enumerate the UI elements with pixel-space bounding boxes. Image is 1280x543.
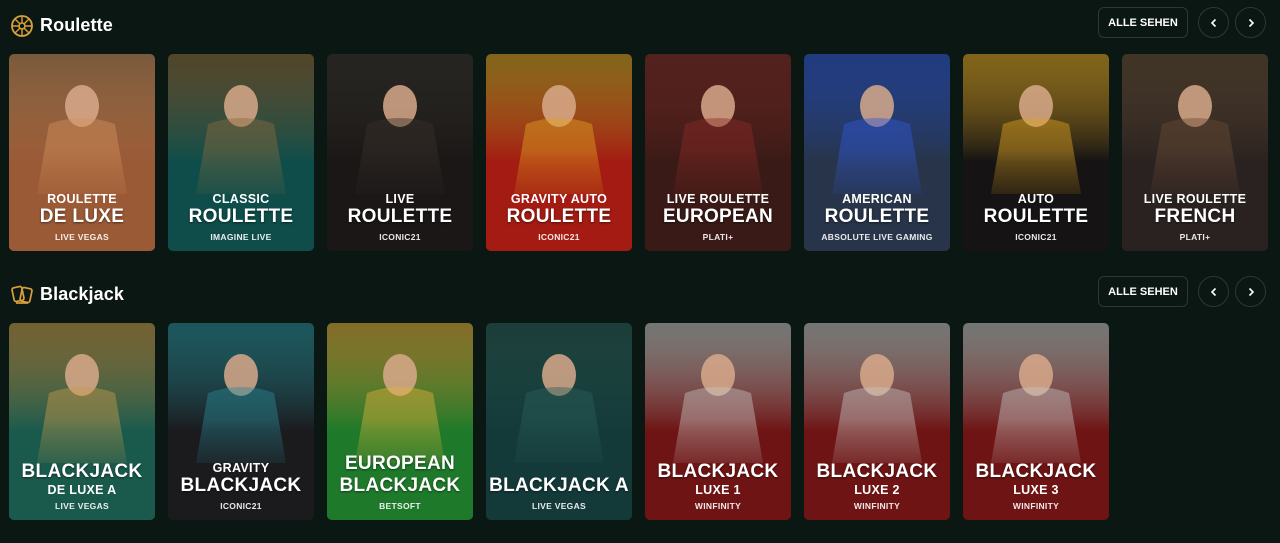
game-title-main: EUROPEAN [344, 453, 456, 474]
game-title: GRAVITY BLACKJACK ICONIC21 [168, 461, 314, 512]
section-title: Roulette [40, 15, 113, 35]
game-title: ROULETTE DE LUXE LIVE VEGAS [9, 192, 155, 243]
game-title-main: DE LUXE [39, 206, 125, 227]
game-title-sub: LIVE ROULETTE [1143, 192, 1247, 206]
game-title: BLACKJACK LUXE 3 WINFINITY [963, 461, 1109, 512]
carousel-next-button[interactable] [1235, 7, 1266, 38]
game-title: BLACKJACK LUXE 1 WINFINITY [645, 461, 791, 512]
see-all-button[interactable]: ALLE SEHEN [1098, 276, 1188, 307]
game-provider: LIVE VEGAS [54, 232, 109, 242]
chevron-right-icon [1248, 18, 1254, 27]
game-card[interactable]: BLACKJACK LUXE 1 WINFINITY [645, 323, 791, 520]
game-title-sub: LUXE 1 [695, 483, 741, 497]
game-title: BLACKJACK LUXE 2 WINFINITY [804, 461, 950, 512]
game-title-main: BLACKJACK [657, 461, 779, 482]
section-title: Blackjack [40, 284, 124, 304]
game-provider: LIVE VEGAS [54, 501, 109, 511]
carousel-prev-button[interactable] [1198, 7, 1229, 38]
game-card[interactable]: BLACKJACK LUXE 3 WINFINITY [963, 323, 1109, 520]
game-title-sub: CLASSIC [212, 192, 270, 206]
game-title-main: BLACKJACK [975, 461, 1097, 482]
see-all-button[interactable]: ALLE SEHEN [1098, 7, 1188, 38]
game-title-main: ROULETTE [824, 206, 930, 227]
game-title-main: BLACKJACK [21, 461, 143, 482]
game-title: BLACKJACK DE LUXE A LIVE VEGAS [9, 461, 155, 512]
game-card[interactable]: BLACKJACK DE LUXE A LIVE VEGAS [9, 323, 155, 520]
game-card[interactable]: LIVE ROULETTE FRENCH PLATI+ [1122, 54, 1268, 251]
game-title: BLACKJACK A LIVE VEGAS [486, 475, 632, 512]
game-provider: PLATI+ [702, 232, 734, 242]
game-title-sub: AUTO [1017, 192, 1055, 206]
game-provider: WINFINITY [853, 501, 901, 511]
game-title: EUROPEAN BLACKJACK BETSOFT [327, 453, 473, 512]
game-title: AUTO ROULETTE ICONIC21 [963, 192, 1109, 243]
game-title-main: BLACKJACK A [489, 475, 629, 496]
game-card[interactable]: GRAVITY BLACKJACK ICONIC21 [168, 323, 314, 520]
game-provider: LIVE VEGAS [531, 501, 586, 511]
game-card[interactable]: BLACKJACK LUXE 2 WINFINITY [804, 323, 950, 520]
game-title-sub: GRAVITY [212, 461, 270, 475]
game-title-sub: ROULETTE [47, 192, 117, 206]
game-provider: ABSOLUTE LIVE GAMING [821, 232, 933, 242]
game-title-sub: LUXE 2 [854, 483, 900, 497]
game-title-main: BLACKJACK [816, 461, 938, 482]
game-card[interactable]: ROULETTE DE LUXE LIVE VEGAS [9, 54, 155, 251]
game-provider: ICONIC21 [220, 501, 262, 511]
game-provider: ICONIC21 [379, 232, 421, 242]
game-card[interactable]: LIVE ROULETTE ICONIC21 [327, 54, 473, 251]
section-header: Blackjack ALLE SEHEN [0, 276, 1280, 312]
game-card[interactable]: EUROPEAN BLACKJACK BETSOFT [327, 323, 473, 520]
game-title: GRAVITY AUTO ROULETTE ICONIC21 [486, 192, 632, 243]
game-title-main: ROULETTE [347, 206, 453, 227]
carousel-prev-button[interactable] [1198, 276, 1229, 307]
game-provider: BETSOFT [379, 501, 421, 511]
game-title-main: BLACKJACK [180, 475, 302, 496]
game-title-sub: LIVE ROULETTE [666, 192, 770, 206]
game-provider: ICONIC21 [538, 232, 580, 242]
section-header: Roulette ALLE SEHEN [0, 7, 1280, 43]
game-title: CLASSIC ROULETTE IMAGINE LIVE [168, 192, 314, 243]
roulette-section: Roulette ALLE SEHEN ROULETTE DE LUXE LIVE … [0, 7, 1280, 257]
chevron-right-icon [1248, 287, 1254, 296]
chevron-left-icon [1210, 18, 1216, 27]
game-title-sub: LIVE [385, 192, 415, 206]
game-card[interactable]: CLASSIC ROULETTE IMAGINE LIVE [168, 54, 314, 251]
roulette-wheel-icon [11, 15, 33, 37]
game-provider: PLATI+ [1179, 232, 1211, 242]
game-title-sub: GRAVITY AUTO [510, 192, 608, 206]
game-card[interactable]: LIVE ROULETTE EUROPEAN PLATI+ [645, 54, 791, 251]
carousel-next-button[interactable] [1235, 276, 1266, 307]
chevron-left-icon [1210, 287, 1216, 296]
game-title-sub: DE LUXE A [47, 483, 117, 497]
game-title: AMERICAN ROULETTE ABSOLUTE LIVE GAMING [804, 192, 950, 243]
game-title: LIVE ROULETTE FRENCH PLATI+ [1122, 192, 1268, 243]
game-card[interactable]: GRAVITY AUTO ROULETTE ICONIC21 [486, 54, 632, 251]
game-title-sub: AMERICAN [842, 192, 912, 206]
game-provider: WINFINITY [1012, 501, 1060, 511]
game-card[interactable]: AMERICAN ROULETTE ABSOLUTE LIVE GAMING [804, 54, 950, 251]
game-title-sub: LUXE 3 [1013, 483, 1059, 497]
game-title: LIVE ROULETTE EUROPEAN PLATI+ [645, 192, 791, 243]
game-title-main: ROULETTE [188, 206, 294, 227]
game-title: LIVE ROULETTE ICONIC21 [327, 192, 473, 243]
game-title-main: EUROPEAN [662, 206, 774, 227]
blackjack-cards-icon [11, 285, 33, 304]
game-title-main: ROULETTE [506, 206, 612, 227]
game-provider: IMAGINE LIVE [210, 232, 272, 242]
game-provider: ICONIC21 [1015, 232, 1057, 242]
game-card[interactable]: BLACKJACK A LIVE VEGAS [486, 323, 632, 520]
game-title-main: FRENCH [1154, 206, 1236, 227]
game-provider: WINFINITY [694, 501, 742, 511]
game-card[interactable]: AUTO ROULETTE ICONIC21 [963, 54, 1109, 251]
blackjack-section: Blackjack ALLE SEHEN BLACKJACK DE LUXE AL… [0, 276, 1280, 526]
game-title-main: ROULETTE [983, 206, 1089, 227]
game-title-main: BLACKJACK [339, 475, 461, 496]
